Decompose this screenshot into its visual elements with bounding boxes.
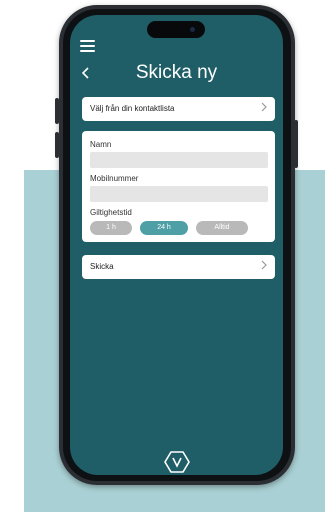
camera-notch <box>147 21 205 38</box>
validity-option-24h[interactable]: 24 h <box>140 221 188 235</box>
choose-from-contacts-label: Välj från din kontaktlista <box>90 104 175 113</box>
chevron-right-icon <box>261 102 267 115</box>
validity-label: Giltighetstid <box>90 208 132 217</box>
choose-from-contacts-button[interactable]: Välj från din kontaktlista <box>82 97 275 121</box>
camera-lens <box>190 27 195 32</box>
volume-up-button <box>55 98 59 124</box>
hexagon-logo-icon <box>164 450 190 474</box>
volume-down-button <box>55 132 59 158</box>
send-button[interactable]: Skicka <box>82 255 275 279</box>
validity-option-always[interactable]: Alltid <box>196 221 248 235</box>
chevron-right-icon <box>261 260 267 273</box>
app-screen: Skicka ny Välj från din kontaktlista Nam… <box>70 15 283 475</box>
name-label: Namn <box>90 140 112 149</box>
page-title: Skicka ny <box>135 62 218 83</box>
validity-option-1h[interactable]: 1 h <box>90 221 132 235</box>
hamburger-menu-icon[interactable] <box>80 40 95 52</box>
mobile-number-label: Mobilnummer <box>90 174 139 183</box>
name-field[interactable] <box>90 152 268 168</box>
send-label: Skicka <box>90 262 114 271</box>
send-form: Namn Mobilnummer Giltighetstid 1 h 24 h … <box>82 131 275 242</box>
mobile-number-field[interactable] <box>90 186 268 202</box>
side-button <box>294 120 298 168</box>
